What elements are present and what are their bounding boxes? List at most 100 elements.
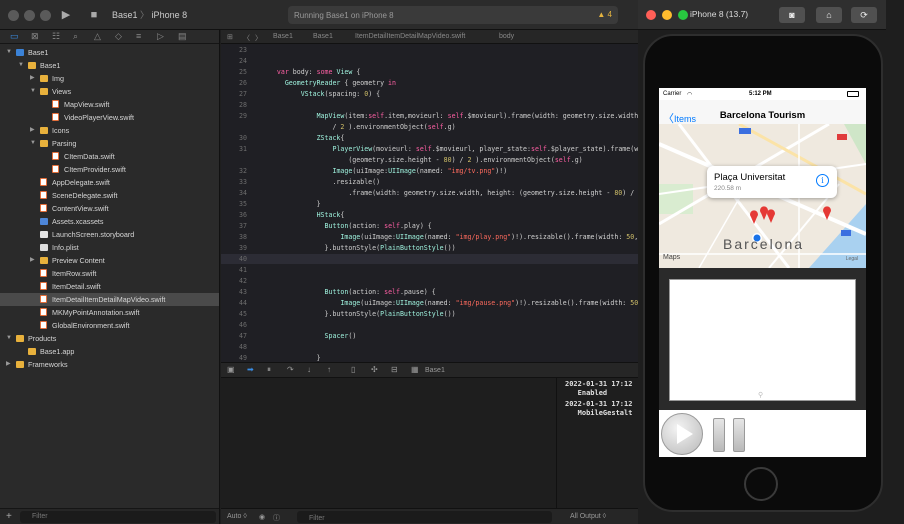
breadcrumb-1[interactable]: Base1 bbox=[313, 33, 333, 40]
line-number[interactable]: 30 bbox=[221, 133, 247, 143]
file-tree-item[interactable]: ▼ Base1 bbox=[0, 46, 219, 59]
breadcrumb-2[interactable]: ItemDetailItemDetailMapVideo.swift bbox=[355, 33, 465, 40]
target-icon[interactable]: ▦ bbox=[411, 365, 419, 374]
breadcrumb-3[interactable]: body bbox=[499, 33, 514, 40]
zoom-window-button[interactable] bbox=[40, 10, 51, 21]
disclosure-closed-icon[interactable]: ▶ bbox=[30, 72, 38, 85]
file-tree-item[interactable]: ItemDetail.swift bbox=[0, 280, 219, 293]
annotation-callout[interactable]: Plaça Universitat 220.58 m i bbox=[707, 166, 837, 198]
disclosure-open-icon[interactable]: ▼ bbox=[30, 85, 38, 98]
line-number[interactable]: 49 bbox=[221, 353, 247, 362]
sim-close-button[interactable] bbox=[646, 10, 656, 20]
line-number[interactable]: 38 bbox=[221, 232, 247, 242]
info-icon[interactable]: ⓘ bbox=[273, 513, 280, 523]
hide-debug-area-icon[interactable]: ▣ bbox=[227, 365, 235, 374]
variables-scope-selector[interactable]: Auto ◊ bbox=[227, 513, 247, 520]
file-tree-item[interactable]: LaunchScreen.storyboard bbox=[0, 228, 219, 241]
memory-graph-icon[interactable]: ✣ bbox=[371, 365, 378, 374]
file-tree-item[interactable]: Info.plist bbox=[0, 241, 219, 254]
line-number[interactable]: 46 bbox=[221, 320, 247, 330]
file-tree-item[interactable]: CItemProvider.swift bbox=[0, 163, 219, 176]
file-tree-item[interactable]: Assets.xcassets bbox=[0, 215, 219, 228]
line-number[interactable]: 48 bbox=[221, 342, 247, 352]
warning-count[interactable]: ▲ 4 bbox=[597, 10, 612, 19]
file-tree-item[interactable]: ▶ Frameworks bbox=[0, 358, 219, 371]
line-number[interactable]: 29 bbox=[221, 111, 247, 121]
line-number[interactable]: 47 bbox=[221, 331, 247, 341]
line-number[interactable]: 44 bbox=[221, 298, 247, 308]
play-button[interactable] bbox=[661, 413, 703, 455]
step-out-icon[interactable]: ↑ bbox=[327, 365, 331, 374]
add-file-button[interactable]: + bbox=[6, 511, 12, 522]
file-tree-item[interactable]: VideoPlayerView.swift bbox=[0, 111, 219, 124]
rotate-icon[interactable]: ⟳ bbox=[851, 7, 877, 23]
folder-icon[interactable]: ▭ bbox=[10, 31, 19, 42]
line-number[interactable]: 41 bbox=[221, 265, 247, 275]
line-number[interactable]: 32 bbox=[221, 166, 247, 176]
symbol-icon[interactable]: ☷ bbox=[52, 31, 60, 42]
file-tree-item[interactable]: ▼ Parsing bbox=[0, 137, 219, 150]
line-number[interactable]: 33 bbox=[221, 177, 247, 187]
line-number[interactable]: 37 bbox=[221, 221, 247, 231]
breakpoints-toggle-icon[interactable]: ➡ bbox=[247, 365, 254, 374]
stop-button[interactable]: ■ bbox=[84, 7, 104, 23]
line-number[interactable]: 31 bbox=[221, 144, 247, 154]
file-tree-item[interactable]: MKMyPointAnnotation.swift bbox=[0, 306, 219, 319]
console-output-selector[interactable]: All Output ◊ bbox=[570, 513, 606, 520]
close-window-button[interactable] bbox=[8, 10, 19, 21]
file-tree-item[interactable]: ▼ Base1 bbox=[0, 59, 219, 72]
disclosure-closed-icon[interactable]: ▶ bbox=[30, 254, 38, 267]
disclosure-closed-icon[interactable]: ▶ bbox=[30, 124, 38, 137]
disclosure-open-icon[interactable]: ▼ bbox=[6, 332, 14, 345]
run-button[interactable]: ▶ bbox=[56, 7, 76, 23]
view-hierarchy-icon[interactable]: ▯ bbox=[351, 365, 355, 374]
line-number[interactable]: 35 bbox=[221, 199, 247, 209]
issue-icon[interactable]: △ bbox=[94, 31, 101, 42]
line-number[interactable]: 25 bbox=[221, 67, 247, 77]
sim-zoom-button[interactable] bbox=[678, 10, 688, 20]
screenshot-icon[interactable]: ◙ bbox=[779, 7, 805, 23]
step-over-icon[interactable]: ↷ bbox=[287, 365, 294, 374]
file-tree-item[interactable]: SceneDelegate.swift bbox=[0, 189, 219, 202]
line-number[interactable]: 23 bbox=[221, 45, 247, 55]
back-arrow-icon[interactable]: 〈 bbox=[243, 33, 250, 43]
navigator-filter-input[interactable]: Filter bbox=[20, 511, 216, 523]
video-player[interactable] bbox=[669, 279, 856, 401]
environment-icon[interactable]: ⊟ bbox=[391, 365, 398, 374]
file-tree-item[interactable]: MapView.swift bbox=[0, 98, 219, 111]
debug-icon[interactable]: ≡ bbox=[136, 31, 141, 41]
legal-link[interactable]: Legal bbox=[846, 256, 858, 262]
file-tree-item[interactable]: AppDelegate.swift bbox=[0, 176, 219, 189]
line-number[interactable]: 34 bbox=[221, 188, 247, 198]
file-tree-item[interactable]: ItemDetailItemDetailMapVideo.swift bbox=[0, 293, 219, 306]
file-tree-item[interactable]: CItemData.swift bbox=[0, 150, 219, 163]
disclosure-closed-icon[interactable]: ▶ bbox=[6, 358, 14, 371]
line-number[interactable]: 36 bbox=[221, 210, 247, 220]
file-tree-item[interactable]: ▶ Preview Content bbox=[0, 254, 219, 267]
test-icon[interactable]: ◇ bbox=[115, 31, 122, 42]
home-button[interactable] bbox=[744, 467, 778, 501]
file-tree-item[interactable]: ▶ Icons bbox=[0, 124, 219, 137]
step-in-icon[interactable]: ↓ bbox=[307, 365, 311, 374]
file-tree-item[interactable]: ContentView.swift bbox=[0, 202, 219, 215]
forward-arrow-icon[interactable]: 〉 bbox=[255, 33, 262, 43]
file-tree-item[interactable]: GlobalEnvironment.swift bbox=[0, 319, 219, 332]
line-number[interactable]: 39 bbox=[221, 243, 247, 253]
line-number[interactable]: 24 bbox=[221, 56, 247, 66]
line-number[interactable]: 26 bbox=[221, 78, 247, 88]
quick-look-icon[interactable]: ◉ bbox=[259, 513, 265, 521]
source-control-icon[interactable]: ⊠ bbox=[31, 31, 39, 42]
search-icon[interactable]: ⌕ bbox=[73, 31, 78, 42]
line-number[interactable]: 28 bbox=[221, 100, 247, 110]
scheme-selector[interactable]: Base1 〉 iPhone 8 bbox=[112, 8, 187, 21]
file-tree-item[interactable]: ▼ Views bbox=[0, 85, 219, 98]
file-tree-item[interactable]: ▶ Img bbox=[0, 72, 219, 85]
breakpoint-icon[interactable]: ▷ bbox=[157, 31, 164, 42]
disclosure-open-icon[interactable]: ▼ bbox=[30, 137, 38, 150]
line-number[interactable]: 43 bbox=[221, 287, 247, 297]
line-number[interactable]: 45 bbox=[221, 309, 247, 319]
pause-icon[interactable]: ⏸ bbox=[267, 365, 271, 375]
line-number[interactable]: 40 bbox=[221, 254, 247, 264]
related-items-icon[interactable]: ⊞ bbox=[227, 33, 233, 41]
source-editor[interactable]: 23 24 25 var body: some View {26 GeometryR… bbox=[221, 44, 638, 362]
